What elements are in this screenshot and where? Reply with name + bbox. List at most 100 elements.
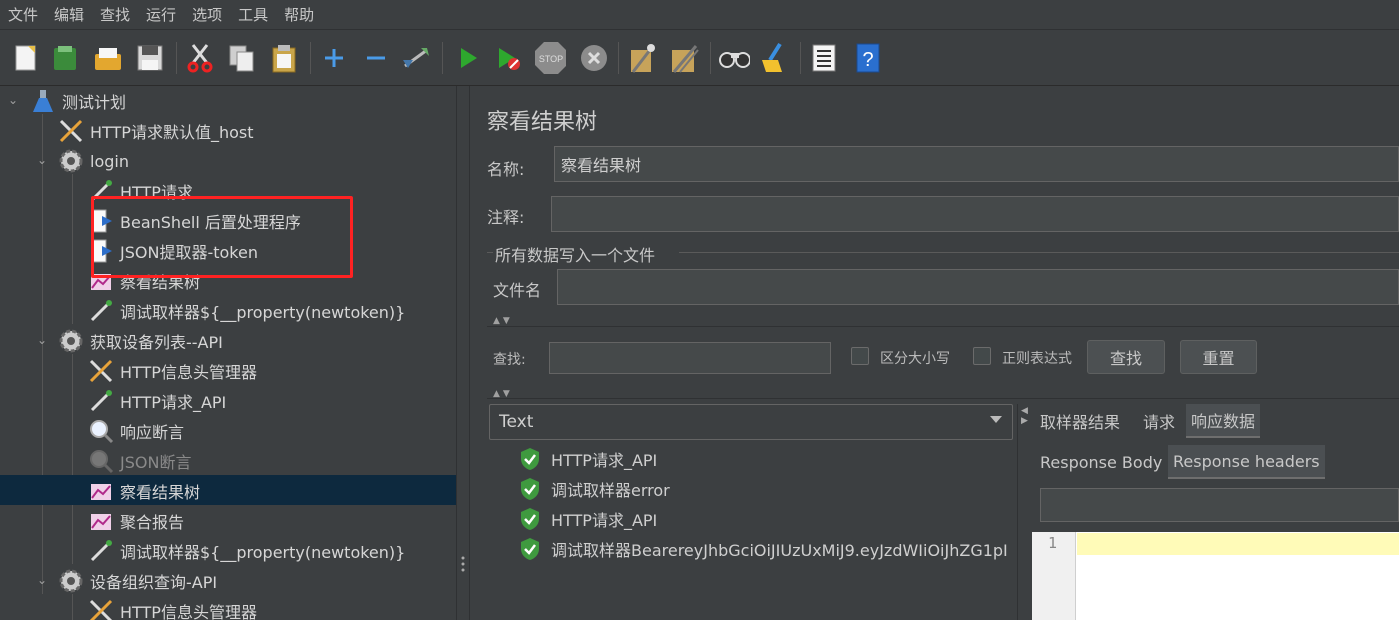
find-button[interactable]: 查找 <box>1087 340 1165 374</box>
tab-request[interactable]: 请求 <box>1138 404 1180 438</box>
menu-tools[interactable]: 工具 <box>238 4 268 25</box>
view-results-tree-panel: 察看结果树 名称: 察看结果树 注释: 所有数据写入一个文件 文件名 ▲▼ 查找… <box>471 86 1399 620</box>
pipette-icon <box>88 538 114 564</box>
start-icon[interactable] <box>452 40 484 76</box>
gear-icon <box>58 328 84 354</box>
open-icon[interactable] <box>92 40 124 76</box>
menu-options[interactable]: 选项 <box>192 4 222 25</box>
response-search-input[interactable] <box>1040 488 1399 522</box>
collapse-icon[interactable] <box>360 40 392 76</box>
tree-node-debug-sampler[interactable]: 调试取样器${__property(newtoken)} <box>88 296 405 326</box>
clear-icon[interactable] <box>626 40 658 76</box>
menu-run[interactable]: 运行 <box>146 4 176 25</box>
tree-node-selected-bg <box>0 475 456 505</box>
file-group-label: 所有数据写入一个文件 <box>495 246 656 265</box>
start-no-pause-icon[interactable] <box>492 40 524 76</box>
name-label: 名称: <box>487 160 525 179</box>
menu-bar: 文件 编辑 查找 运行 选项 工具 帮助 <box>0 0 1399 30</box>
menu-search[interactable]: 查找 <box>100 4 130 25</box>
pipette-icon <box>88 298 114 324</box>
wrench-screwdriver-icon <box>88 598 114 620</box>
splitter-arrows-icon[interactable]: ◀ ▶ <box>1021 406 1028 426</box>
result-item[interactable]: 调试取样器BearereyJhbGciOiJIUzUxMiJ9.eyJzdWIi… <box>519 534 1017 564</box>
check-shield-icon <box>521 538 539 560</box>
filename-input[interactable] <box>557 269 1399 305</box>
filename-label: 文件名 <box>493 281 542 300</box>
svg-text:?: ? <box>862 49 873 71</box>
result-item[interactable]: 调试取样器error <box>519 474 670 504</box>
expand-icon[interactable] <box>318 40 350 76</box>
line-number: 1 <box>1048 534 1058 552</box>
collapse-toggle-icon[interactable]: ⌄ <box>35 573 49 587</box>
gear-icon <box>58 148 84 174</box>
result-item[interactable]: HTTP请求_API <box>519 444 657 474</box>
menu-file[interactable]: 文件 <box>8 4 38 25</box>
renderer-value: Text <box>499 412 534 432</box>
result-item[interactable]: HTTP请求_API <box>519 504 657 534</box>
regex-checkbox[interactable] <box>973 347 991 365</box>
tree-node-view-results-tree-selected[interactable]: 察看结果树 <box>88 476 200 506</box>
search-input[interactable] <box>549 342 831 374</box>
tree-node-device-list-api[interactable]: 获取设备列表--API <box>58 326 223 356</box>
check-shield-icon <box>521 508 539 530</box>
tab-sampler-result[interactable]: 取样器结果 <box>1035 404 1125 438</box>
search-label: 查找: <box>493 352 526 368</box>
chevron-down-icon <box>990 416 1002 423</box>
tree-node-response-assertion[interactable]: 响应断言 <box>88 416 184 446</box>
tree-node-org-query-api[interactable]: 设备组织查询-API <box>58 566 217 596</box>
paste-icon[interactable] <box>268 40 300 76</box>
collapse-toggle-icon[interactable]: ⌄ <box>35 333 49 347</box>
comment-input[interactable] <box>551 196 1399 232</box>
tree-node-header-manager[interactable]: HTTP信息头管理器 <box>88 356 257 386</box>
regex-label: 正则表达式 <box>1002 351 1072 367</box>
menu-edit[interactable]: 编辑 <box>54 4 84 25</box>
renderer-select[interactable]: Text <box>489 404 1013 440</box>
collapse-arrows-icon[interactable]: ▲▼ <box>493 316 513 326</box>
tree-node-http-defaults[interactable]: HTTP请求默认值_host <box>58 116 254 146</box>
gear-icon <box>58 568 84 594</box>
tree-node-test-plan[interactable]: 测试计划 <box>30 86 126 116</box>
stop-icon[interactable]: STOP <box>534 40 566 76</box>
tree-node-http-request-api[interactable]: HTTP请求_API <box>88 386 226 416</box>
toolbar: STOP ? <box>0 32 1399 86</box>
shutdown-icon[interactable] <box>578 40 610 76</box>
test-plan-tree: ⌄ 测试计划 HTTP请求默认值_host ⌄ login HTTP请求 Bea… <box>0 86 456 620</box>
response-editor[interactable]: 1 <box>1032 532 1399 620</box>
magnifier-icon <box>88 418 114 444</box>
toggle-icon[interactable] <box>400 40 432 76</box>
highlight-box <box>91 196 353 278</box>
tab-response-body[interactable]: Response Body <box>1035 445 1167 479</box>
name-input[interactable]: 察看结果树 <box>554 146 1399 182</box>
help-icon[interactable]: ? <box>852 40 884 76</box>
menu-help[interactable]: 帮助 <box>284 4 314 25</box>
collapse-toggle-icon[interactable]: ⌄ <box>35 153 49 167</box>
panel-title: 察看结果树 <box>487 110 598 135</box>
tab-response-headers[interactable]: Response headers <box>1168 445 1325 479</box>
save-icon[interactable] <box>134 40 166 76</box>
tree-node-aggregate-report[interactable]: 聚合报告 <box>88 506 184 536</box>
tree-node-debug-sampler-2[interactable]: 调试取样器${__property(newtoken)} <box>88 536 405 566</box>
tree-node-json-assertion[interactable]: JSON断言 <box>88 446 191 476</box>
copy-icon[interactable] <box>226 40 258 76</box>
cut-icon[interactable] <box>184 40 216 76</box>
collapse-toggle-icon[interactable]: ⌄ <box>6 93 20 107</box>
search-icon[interactable] <box>718 40 750 76</box>
templates-icon[interactable] <box>50 40 82 76</box>
tab-response-data[interactable]: 响应数据 <box>1186 404 1261 438</box>
tree-node-header-manager-2[interactable]: HTTP信息头管理器 <box>88 596 257 620</box>
comment-label: 注释: <box>487 208 525 227</box>
flask-icon <box>30 88 56 114</box>
clear-all-icon[interactable] <box>668 40 700 76</box>
function-helper-icon[interactable] <box>808 40 840 76</box>
wrench-screwdriver-icon <box>58 118 84 144</box>
check-shield-icon <box>521 448 539 470</box>
results-splitter[interactable]: ◀ ▶ <box>1017 404 1031 620</box>
new-icon[interactable] <box>10 40 42 76</box>
reset-search-icon[interactable] <box>758 40 790 76</box>
panel-splitter[interactable] <box>456 86 470 620</box>
case-sensitive-checkbox[interactable] <box>851 347 869 365</box>
tree-node-login[interactable]: login <box>58 146 129 176</box>
chart-icon <box>88 478 114 504</box>
reset-button[interactable]: 重置 <box>1180 340 1257 374</box>
wrench-screwdriver-icon <box>88 358 114 384</box>
